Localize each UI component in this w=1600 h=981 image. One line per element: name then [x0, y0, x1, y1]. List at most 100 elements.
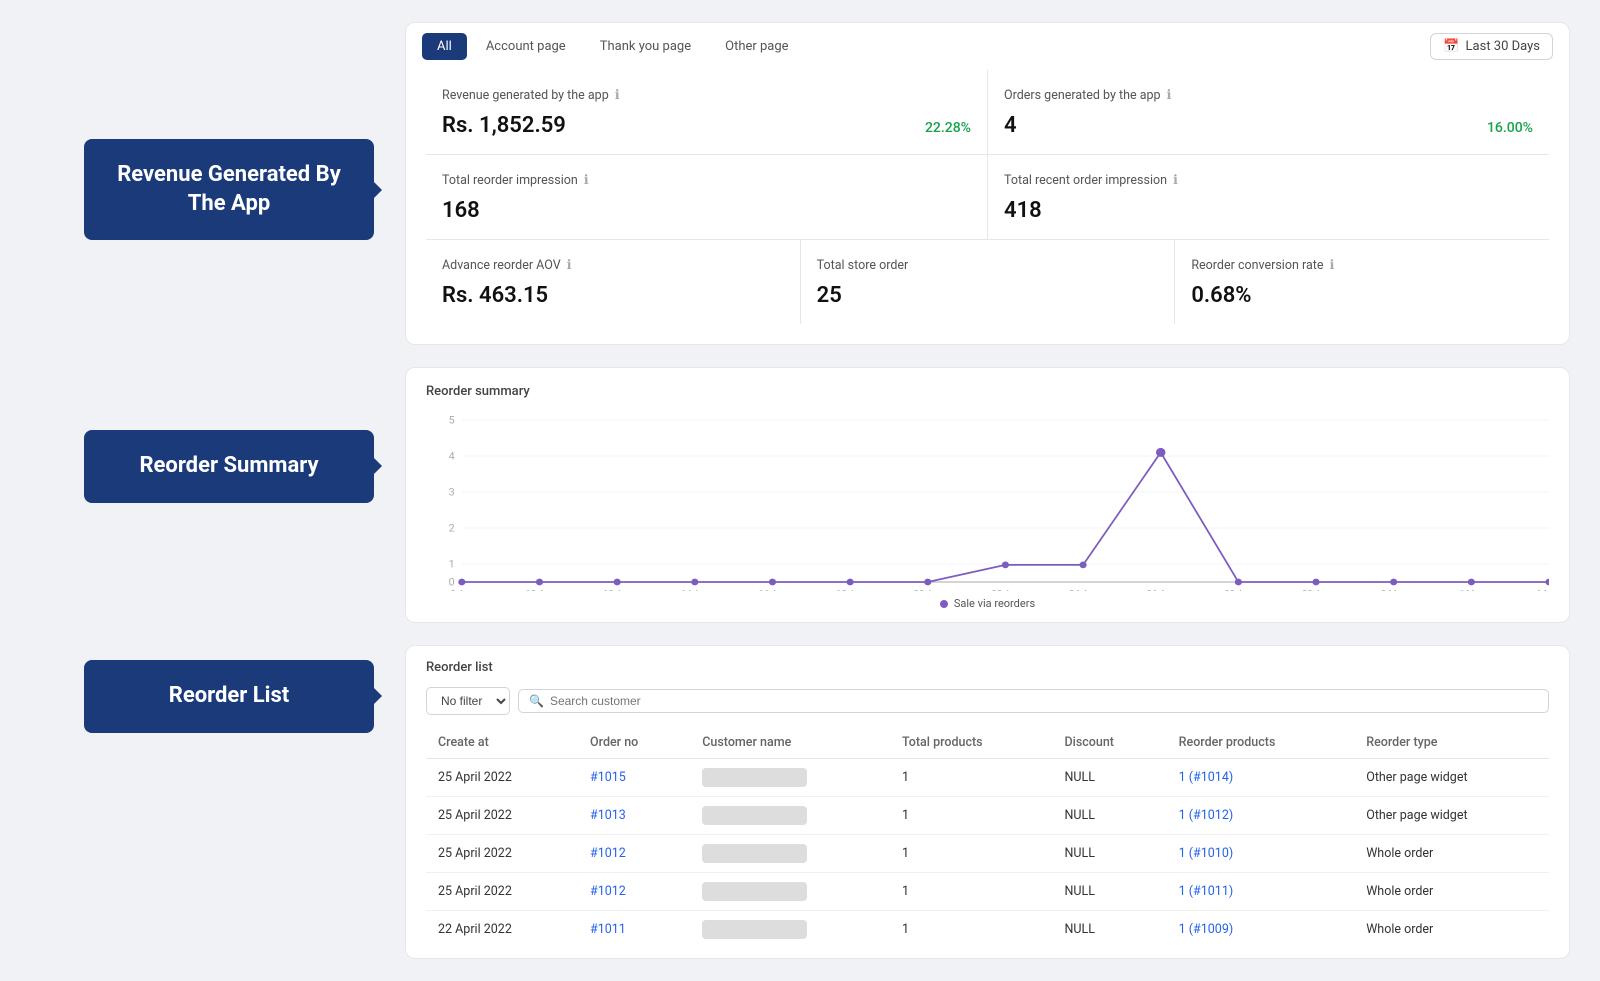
- stat-conversion-value: 0.68%: [1191, 283, 1251, 308]
- stat-recent-order-value: 418: [1004, 198, 1042, 223]
- legend-dot: [940, 600, 948, 608]
- cell-order-no-link[interactable]: #1012: [590, 846, 626, 861]
- svg-text:26 Apr: 26 Apr: [1147, 589, 1175, 591]
- svg-text:20 Apr: 20 Apr: [914, 589, 942, 591]
- info-icon-revenue[interactable]: ℹ: [615, 88, 620, 103]
- stat-revenue-change: 22.28%: [925, 120, 971, 136]
- stat-reorder-impression-value-row: 168: [442, 198, 971, 223]
- cell-order-no-link[interactable]: #1013: [590, 808, 626, 823]
- cell-order-no[interactable]: #1012: [578, 873, 690, 911]
- cell-discount: NULL: [1052, 797, 1166, 835]
- chart-area: 5 4 3 2 1 0: [426, 411, 1549, 591]
- info-icon-conversion[interactable]: ℹ: [1330, 258, 1335, 273]
- col-reorder-type: Reorder type: [1354, 727, 1549, 759]
- svg-text:2: 2: [449, 522, 455, 535]
- stat-reorder-conversion-rate: Reorder conversion rate ℹ 0.68%: [1175, 240, 1549, 324]
- chart-container: Reorder summary 5 4 3 2 1 0: [406, 368, 1569, 622]
- annotation-reorder-list: Reorder List: [84, 660, 374, 733]
- svg-text:2 May: 2 May: [1381, 589, 1407, 591]
- table-row: 22 April 2022#1011██████████1NULL1 (#100…: [426, 911, 1549, 949]
- tab-all[interactable]: All: [422, 33, 467, 60]
- cell-discount: NULL: [1052, 873, 1166, 911]
- cell-reorder-products-link[interactable]: 1 (#1009): [1179, 922, 1234, 937]
- cell-reorder-products[interactable]: 1 (#1012): [1167, 797, 1355, 835]
- cell-order-no-link[interactable]: #1011: [590, 922, 626, 937]
- col-discount: Discount: [1052, 727, 1166, 759]
- cell-customer-name: ██████████: [690, 835, 890, 873]
- cell-total-products: 1: [890, 873, 1052, 911]
- cell-reorder-products[interactable]: 1 (#1011): [1167, 873, 1355, 911]
- info-icon-orders[interactable]: ℹ: [1167, 88, 1172, 103]
- svg-text:28 Apr: 28 Apr: [1224, 589, 1252, 591]
- info-icon-recent-order[interactable]: ℹ: [1173, 173, 1178, 188]
- tab-thank-you-page[interactable]: Thank you page: [585, 33, 706, 60]
- filter-row: No filter 🔍: [426, 687, 1549, 715]
- svg-text:1: 1: [449, 558, 455, 571]
- cell-reorder-products[interactable]: 1 (#1009): [1167, 911, 1355, 949]
- table-row: 25 April 2022 #1012 ██████████1NULL 1 (#101…: [426, 873, 1549, 911]
- stats-row-3: Advance reorder AOV ℹ Rs. 463.15 Total s…: [426, 240, 1549, 324]
- tab-account-page[interactable]: Account page: [471, 33, 581, 60]
- table-body: 25 April 2022#1015██████████1NULL1 (#101…: [426, 759, 1549, 949]
- cell-discount: NULL: [1052, 835, 1166, 873]
- stat-recent-order-value-row: 418: [1004, 198, 1533, 223]
- cell-reorder-products-link[interactable]: 1 (#1012): [1179, 808, 1234, 823]
- cell-reorder-products-link[interactable]: 1 (#1010): [1179, 846, 1234, 861]
- col-order-no: Order no: [578, 727, 690, 759]
- svg-text:5: 5: [449, 414, 455, 427]
- cell-order-no-link[interactable]: #1012: [590, 884, 626, 899]
- cell-total-products: 1: [890, 797, 1052, 835]
- col-total-products: Total products: [890, 727, 1052, 759]
- calendar-icon: 📅: [1443, 39, 1459, 54]
- filter-select[interactable]: No filter: [426, 687, 510, 715]
- cell-reorder-products-link[interactable]: 1 (#1014): [1179, 770, 1234, 785]
- cell-create-at: 22 April 2022: [426, 911, 578, 949]
- date-filter-label: Last 30 Days: [1466, 39, 1540, 54]
- date-filter-button[interactable]: 📅 Last 30 Days: [1430, 33, 1553, 60]
- svg-text:4: 4: [449, 450, 455, 463]
- cell-reorder-products[interactable]: 1 (#1010): [1167, 835, 1355, 873]
- cell-customer-name: ██████████: [690, 797, 890, 835]
- stat-orders-label: Orders generated by the app ℹ: [1004, 88, 1533, 103]
- stat-aov-value-row: Rs. 463.15: [442, 283, 784, 308]
- stat-revenue-generated: Revenue generated by the app ℹ Rs. 1,852…: [426, 70, 988, 154]
- stat-conversion-label: Reorder conversion rate ℹ: [1191, 258, 1533, 273]
- stat-orders-value: 4: [1004, 113, 1017, 138]
- reorder-summary-card: Reorder summary 5 4 3 2 1 0: [405, 367, 1570, 623]
- tabs-container: All Account page Thank you page Other pa…: [422, 33, 804, 60]
- tab-other-page[interactable]: Other page: [710, 33, 803, 60]
- tab-bar: All Account page Thank you page Other pa…: [406, 23, 1569, 70]
- cell-order-no[interactable]: #1011: [578, 911, 690, 949]
- cell-reorder-products-link[interactable]: 1 (#1011): [1179, 884, 1234, 899]
- svg-text:3: 3: [449, 486, 455, 499]
- cell-order-no[interactable]: #1013: [578, 797, 690, 835]
- cell-reorder-type: Other page widget: [1354, 759, 1549, 797]
- cell-create-at: 25 April 2022: [426, 797, 578, 835]
- search-input[interactable]: [550, 694, 1538, 708]
- svg-text:8 Apr: 8 Apr: [451, 589, 474, 591]
- info-icon-aov[interactable]: ℹ: [567, 258, 572, 273]
- annotation-reorder-summary: Reorder Summary: [84, 430, 374, 503]
- stat-total-recent-order: Total recent order impression ℹ 418: [988, 155, 1549, 239]
- search-icon: 🔍: [529, 694, 544, 708]
- svg-text:6 May: 6 May: [1536, 589, 1549, 591]
- svg-text:12 Apr: 12 Apr: [603, 589, 631, 591]
- cell-reorder-type: Whole order: [1354, 873, 1549, 911]
- cell-create-at: 25 April 2022: [426, 873, 578, 911]
- stat-aov-value: Rs. 463.15: [442, 283, 548, 308]
- cell-reorder-products[interactable]: 1 (#1014): [1167, 759, 1355, 797]
- legend-label: Sale via reorders: [954, 597, 1035, 610]
- stat-conversion-value-row: 0.68%: [1191, 283, 1533, 308]
- info-icon-reorder-impression[interactable]: ℹ: [584, 173, 589, 188]
- svg-text:16 Apr: 16 Apr: [759, 589, 787, 591]
- cell-order-no[interactable]: #1012: [578, 835, 690, 873]
- cell-customer-name: ██████████: [690, 759, 890, 797]
- cell-order-no[interactable]: #1015: [578, 759, 690, 797]
- cell-total-products: 1: [890, 911, 1052, 949]
- annotation-revenue: Revenue Generated By The App: [84, 139, 374, 240]
- stat-total-store-order: Total store order 25: [801, 240, 1176, 324]
- cell-order-no-link[interactable]: #1015: [590, 770, 626, 785]
- table-row: 25 April 2022 #1013 ██████████1NULL 1 (#101…: [426, 797, 1549, 835]
- svg-text:30 Apr: 30 Apr: [1302, 589, 1330, 591]
- cell-customer-name: ██████████: [690, 873, 890, 911]
